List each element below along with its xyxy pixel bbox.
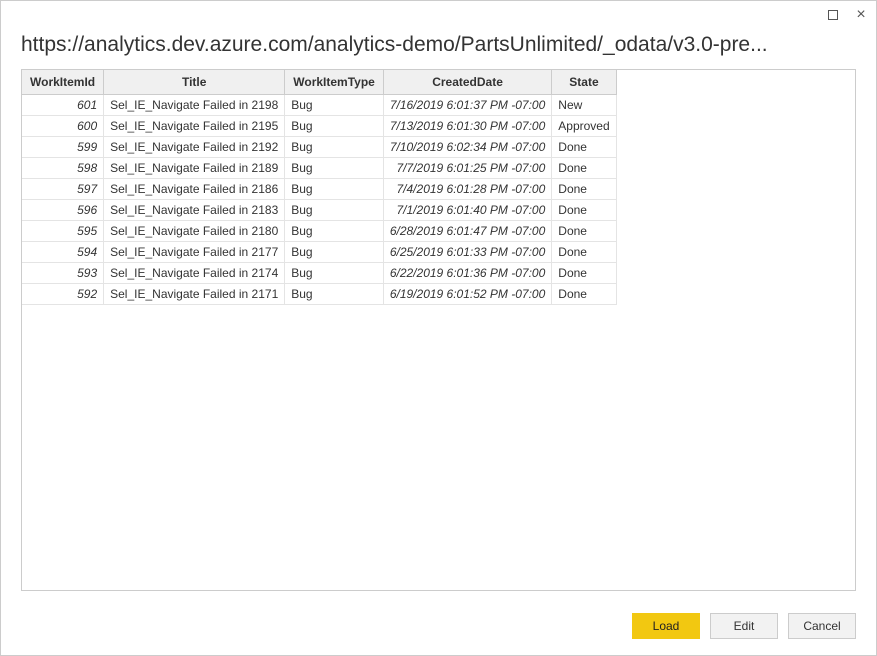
table-row[interactable]: 601Sel_IE_Navigate Failed in 2198Bug7/16… (22, 95, 616, 116)
cell-createddate: 6/25/2019 6:01:33 PM -07:00 (383, 242, 551, 263)
cell-workitemtype: Bug (285, 179, 384, 200)
table-row[interactable]: 593Sel_IE_Navigate Failed in 2174Bug6/22… (22, 263, 616, 284)
dialog-footer: Load Edit Cancel (1, 603, 876, 655)
cell-workitemid: 595 (22, 221, 104, 242)
cell-workitemid: 600 (22, 116, 104, 137)
cell-workitemid: 598 (22, 158, 104, 179)
col-header-title[interactable]: Title (104, 70, 285, 95)
cell-workitemtype: Bug (285, 116, 384, 137)
cell-createddate: 7/1/2019 6:01:40 PM -07:00 (383, 200, 551, 221)
cell-workitemid: 594 (22, 242, 104, 263)
cell-state: Done (552, 158, 616, 179)
cell-state: Done (552, 179, 616, 200)
cell-title: Sel_IE_Navigate Failed in 2177 (104, 242, 285, 263)
col-header-workitemtype[interactable]: WorkItemType (285, 70, 384, 95)
cell-workitemtype: Bug (285, 158, 384, 179)
cell-workitemtype: Bug (285, 284, 384, 305)
cell-createddate: 6/19/2019 6:01:52 PM -07:00 (383, 284, 551, 305)
cell-createddate: 7/16/2019 6:01:37 PM -07:00 (383, 95, 551, 116)
cell-state: Done (552, 200, 616, 221)
cell-createddate: 7/4/2019 6:01:28 PM -07:00 (383, 179, 551, 200)
cell-state: Done (552, 284, 616, 305)
cancel-button[interactable]: Cancel (788, 613, 856, 639)
load-button[interactable]: Load (632, 613, 700, 639)
cell-state: Approved (552, 116, 616, 137)
col-header-state[interactable]: State (552, 70, 616, 95)
cell-title: Sel_IE_Navigate Failed in 2195 (104, 116, 285, 137)
cell-workitemtype: Bug (285, 263, 384, 284)
cell-workitemtype: Bug (285, 137, 384, 158)
col-header-workitemid[interactable]: WorkItemId (22, 70, 104, 95)
cell-workitemid: 593 (22, 263, 104, 284)
close-icon: × (856, 7, 865, 23)
cell-workitemtype: Bug (285, 221, 384, 242)
cell-createddate: 6/22/2019 6:01:36 PM -07:00 (383, 263, 551, 284)
cell-workitemid: 601 (22, 95, 104, 116)
cell-createddate: 7/10/2019 6:02:34 PM -07:00 (383, 137, 551, 158)
cell-state: Done (552, 137, 616, 158)
col-header-createddate[interactable]: CreatedDate (383, 70, 551, 95)
table-row[interactable]: 597Sel_IE_Navigate Failed in 2186Bug7/4/… (22, 179, 616, 200)
cell-title: Sel_IE_Navigate Failed in 2192 (104, 137, 285, 158)
dialog-title: https://analytics.dev.azure.com/analytic… (1, 29, 876, 69)
cell-title: Sel_IE_Navigate Failed in 2174 (104, 263, 285, 284)
edit-button[interactable]: Edit (710, 613, 778, 639)
cell-workitemid: 592 (22, 284, 104, 305)
cell-title: Sel_IE_Navigate Failed in 2171 (104, 284, 285, 305)
table-body: 601Sel_IE_Navigate Failed in 2198Bug7/16… (22, 95, 616, 305)
maximize-icon (828, 10, 838, 20)
cell-createddate: 6/28/2019 6:01:47 PM -07:00 (383, 221, 551, 242)
window-titlebar: × (1, 1, 876, 29)
preview-panel: WorkItemId Title WorkItemType CreatedDat… (21, 69, 856, 591)
cell-workitemid: 599 (22, 137, 104, 158)
cell-workitemtype: Bug (285, 95, 384, 116)
table-row[interactable]: 592Sel_IE_Navigate Failed in 2171Bug6/19… (22, 284, 616, 305)
cell-state: Done (552, 221, 616, 242)
table-row[interactable]: 600Sel_IE_Navigate Failed in 2195Bug7/13… (22, 116, 616, 137)
cell-title: Sel_IE_Navigate Failed in 2180 (104, 221, 285, 242)
close-button[interactable]: × (854, 8, 868, 22)
cell-state: Done (552, 263, 616, 284)
cell-workitemtype: Bug (285, 242, 384, 263)
cell-workitemtype: Bug (285, 200, 384, 221)
cell-state: Done (552, 242, 616, 263)
cell-title: Sel_IE_Navigate Failed in 2186 (104, 179, 285, 200)
cell-title: Sel_IE_Navigate Failed in 2198 (104, 95, 285, 116)
maximize-button[interactable] (826, 8, 840, 22)
cell-workitemid: 597 (22, 179, 104, 200)
table-row[interactable]: 599Sel_IE_Navigate Failed in 2192Bug7/10… (22, 137, 616, 158)
cell-title: Sel_IE_Navigate Failed in 2183 (104, 200, 285, 221)
table-row[interactable]: 594Sel_IE_Navigate Failed in 2177Bug6/25… (22, 242, 616, 263)
data-table: WorkItemId Title WorkItemType CreatedDat… (22, 70, 617, 305)
cell-title: Sel_IE_Navigate Failed in 2189 (104, 158, 285, 179)
table-header-row: WorkItemId Title WorkItemType CreatedDat… (22, 70, 616, 95)
table-row[interactable]: 598Sel_IE_Navigate Failed in 2189Bug7/7/… (22, 158, 616, 179)
cell-state: New (552, 95, 616, 116)
cell-createddate: 7/7/2019 6:01:25 PM -07:00 (383, 158, 551, 179)
cell-createddate: 7/13/2019 6:01:30 PM -07:00 (383, 116, 551, 137)
table-row[interactable]: 596Sel_IE_Navigate Failed in 2183Bug7/1/… (22, 200, 616, 221)
table-row[interactable]: 595Sel_IE_Navigate Failed in 2180Bug6/28… (22, 221, 616, 242)
cell-workitemid: 596 (22, 200, 104, 221)
